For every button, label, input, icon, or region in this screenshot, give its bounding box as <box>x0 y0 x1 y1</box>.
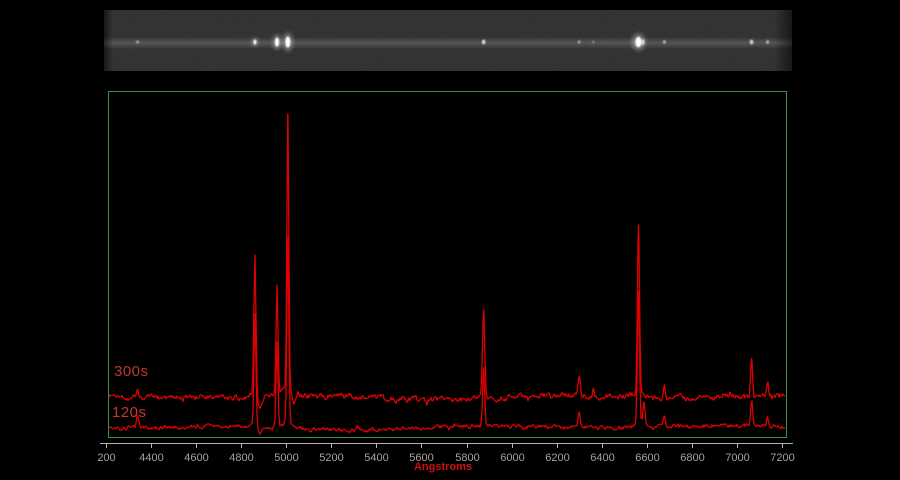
series-label-300s: 300s <box>114 363 149 380</box>
emission-spot <box>285 36 290 47</box>
strip-continuum-band <box>104 37 792 49</box>
emission-spot <box>641 39 644 45</box>
axis-tick-label: 5000 <box>274 452 298 464</box>
emission-spot <box>482 40 486 45</box>
axis-tick-label: 200 <box>97 452 115 464</box>
trace-120s <box>109 237 785 434</box>
axis-tick-label: 6400 <box>590 452 614 464</box>
axis-tick-label: 6800 <box>680 452 704 464</box>
axis-tick-label: 4800 <box>229 452 253 464</box>
emission-spot <box>136 40 139 43</box>
emission-spot <box>766 40 769 44</box>
axis-tick-label: 7000 <box>725 452 749 464</box>
axis-tick-label: 4600 <box>184 452 208 464</box>
axis-tick-label: 6000 <box>500 452 524 464</box>
plot-border <box>109 92 787 438</box>
emission-spot <box>253 39 256 44</box>
axis-tick-label: 4400 <box>139 452 163 464</box>
emission-spot <box>592 41 594 44</box>
axis-tick-label: 6200 <box>545 452 569 464</box>
axis-tick-label: 6600 <box>635 452 659 464</box>
x-axis-title: Angstroms <box>398 461 488 473</box>
series-label-120s: 120s <box>112 404 147 421</box>
axis-tick-label: 5200 <box>319 452 343 464</box>
axis-tick-label: 5400 <box>364 452 388 464</box>
emission-spot <box>578 40 581 43</box>
spectrum-image-strip[interactable] <box>104 10 792 71</box>
emission-spot <box>663 40 666 44</box>
emission-spot <box>275 37 279 46</box>
emission-spot <box>635 37 641 47</box>
spectrum-plot[interactable] <box>109 92 787 438</box>
trace-300s <box>109 114 785 409</box>
emission-spot <box>750 40 754 45</box>
axis-tick-label: 7200 <box>770 452 794 464</box>
strip-vignette-right <box>774 10 792 71</box>
strip-vignette-left <box>104 10 113 71</box>
